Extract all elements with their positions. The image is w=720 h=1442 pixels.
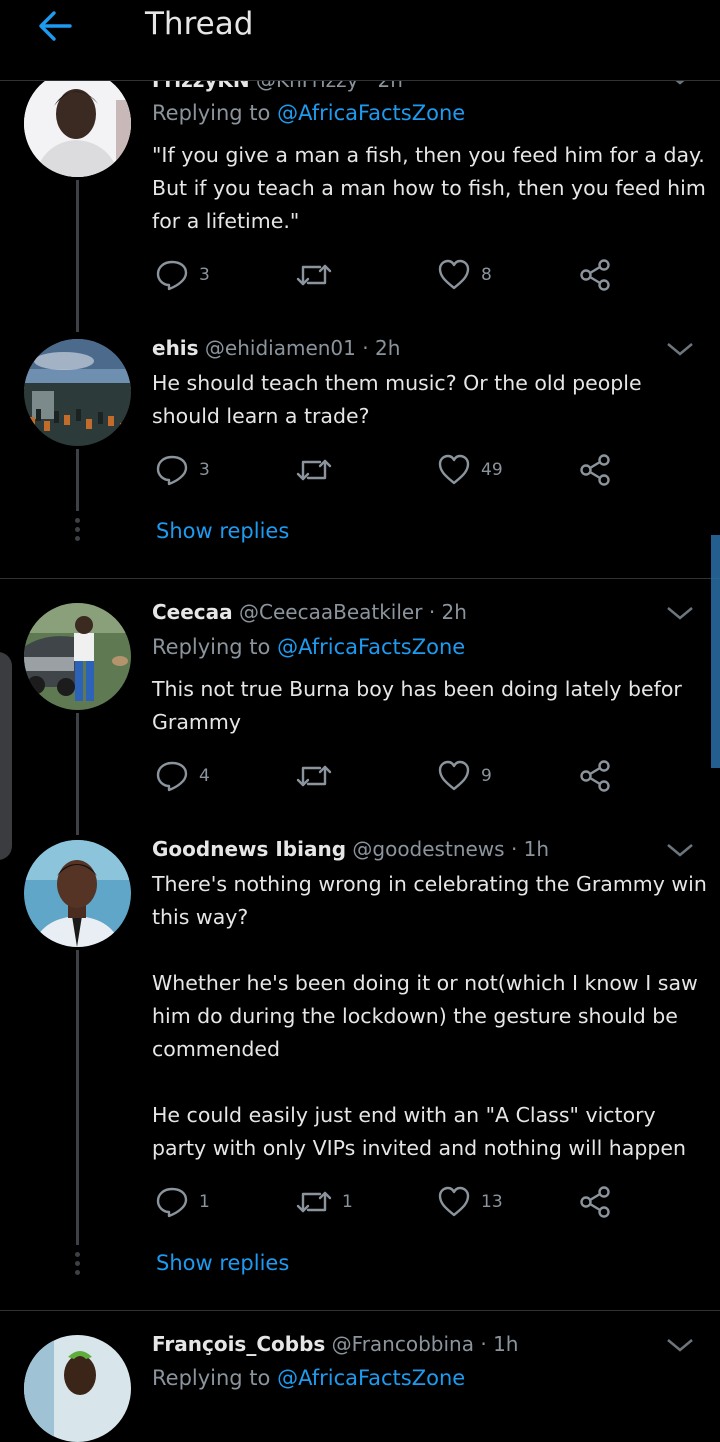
chevron-down-icon[interactable] — [664, 1335, 696, 1355]
reply-button[interactable]: 1 — [155, 1184, 210, 1220]
share-icon — [580, 259, 610, 291]
retweet-count: 1 — [342, 1192, 353, 1212]
avatar[interactable] — [24, 70, 131, 177]
retweet-icon — [296, 765, 332, 787]
tweet-text: "If you give a man a fish, then you feed… — [152, 143, 706, 233]
share-icon — [580, 454, 610, 486]
reply-count: 4 — [199, 766, 210, 786]
retweet-button[interactable] — [296, 452, 342, 488]
reply-count: 1 — [199, 1192, 210, 1212]
avatar[interactable] — [24, 840, 131, 947]
chevron-down-icon[interactable] — [664, 339, 696, 359]
share-button[interactable] — [578, 257, 612, 293]
like-count: 9 — [481, 766, 492, 786]
reply-button[interactable]: 3 — [155, 452, 210, 488]
reply-count: 3 — [199, 265, 210, 285]
share-icon — [580, 1186, 610, 1218]
retweet-button[interactable] — [296, 257, 342, 293]
scrollbar-thumb[interactable] — [711, 535, 720, 768]
retweet-button[interactable] — [296, 758, 342, 794]
page-title: Thread — [145, 6, 254, 42]
heart-icon — [438, 760, 470, 791]
handle[interactable]: @Francobbina — [332, 1332, 474, 1356]
like-button[interactable]: 9 — [437, 758, 492, 794]
reply-button[interactable]: 3 — [155, 257, 210, 293]
top-bar: Thread — [0, 0, 720, 81]
mention-link[interactable]: @AfricaFactsZone — [277, 101, 465, 125]
reply-icon — [156, 761, 188, 792]
handle[interactable]: @goodestnews — [352, 837, 504, 861]
tweet-text: There's nothing wrong in celebrating the… — [152, 872, 707, 1160]
arrow-left-icon[interactable] — [36, 8, 76, 48]
like-button[interactable]: 13 — [437, 1184, 503, 1220]
avatar[interactable] — [24, 339, 131, 446]
like-button[interactable]: 49 — [437, 452, 503, 488]
reply-button[interactable]: 4 — [155, 758, 210, 794]
timestamp: 1h — [523, 837, 550, 861]
share-button[interactable] — [578, 1184, 612, 1220]
heart-icon — [438, 1186, 470, 1217]
tweet-header: Ceecaa @CeecaaBeatkiler · 2h — [152, 600, 467, 624]
avatar[interactable] — [24, 1335, 131, 1442]
mention-link[interactable]: @AfricaFactsZone — [277, 635, 465, 659]
thread-feed: FrizzyKN @KnFrizzy · 2h Replying to @Afr… — [0, 0, 720, 1442]
retweet-button[interactable]: 1 — [296, 1184, 353, 1220]
tweet-header: François_Cobbs @Francobbina · 1h — [152, 1332, 519, 1356]
timestamp: 2h — [441, 600, 467, 624]
chevron-down-icon[interactable] — [664, 840, 696, 860]
retweet-icon — [296, 264, 332, 286]
tweet-header: Goodnews Ibiang @goodestnews · 1h — [152, 837, 550, 861]
display-name[interactable]: ehis — [152, 336, 199, 360]
avatar[interactable] — [24, 603, 131, 710]
heart-icon — [438, 259, 470, 290]
timestamp: 2h — [374, 336, 401, 360]
replying-to: Replying to @AfricaFactsZone — [152, 635, 466, 659]
show-replies-link[interactable]: Show replies — [156, 1251, 289, 1275]
reply-icon — [156, 260, 188, 291]
heart-icon — [438, 454, 470, 485]
handle[interactable]: @CeecaaBeatkiler — [239, 600, 422, 624]
tweet-text: He should teach them music? Or the old p… — [152, 371, 642, 428]
reply-icon — [156, 455, 188, 486]
timestamp: 1h — [493, 1332, 519, 1356]
reply-icon — [156, 1187, 188, 1218]
retweet-icon — [296, 1191, 332, 1213]
tweet-text: This not true Burna boy has been doing l… — [152, 677, 682, 734]
share-button[interactable] — [578, 758, 612, 794]
reply-count: 3 — [199, 460, 210, 480]
edge-panel-handle[interactable] — [0, 652, 12, 860]
handle[interactable]: @ehidiamen01 — [205, 336, 356, 360]
show-replies-link[interactable]: Show replies — [156, 519, 289, 543]
like-count: 8 — [481, 265, 492, 285]
mention-link[interactable]: @AfricaFactsZone — [277, 1366, 465, 1390]
like-count: 49 — [481, 460, 503, 480]
replying-to: Replying to @AfricaFactsZone — [152, 1366, 466, 1390]
like-button[interactable]: 8 — [437, 257, 492, 293]
tweet-header: ehis @ehidiamen01 · 2h — [152, 336, 401, 360]
display-name[interactable]: Ceecaa — [152, 600, 233, 624]
chevron-down-icon[interactable] — [664, 603, 696, 623]
share-icon — [580, 760, 610, 792]
replying-to: Replying to @AfricaFactsZone — [152, 101, 466, 125]
like-count: 13 — [481, 1192, 503, 1212]
display-name[interactable]: Goodnews Ibiang — [152, 837, 346, 861]
display-name[interactable]: François_Cobbs — [152, 1332, 325, 1356]
retweet-icon — [296, 459, 332, 481]
share-button[interactable] — [578, 452, 612, 488]
